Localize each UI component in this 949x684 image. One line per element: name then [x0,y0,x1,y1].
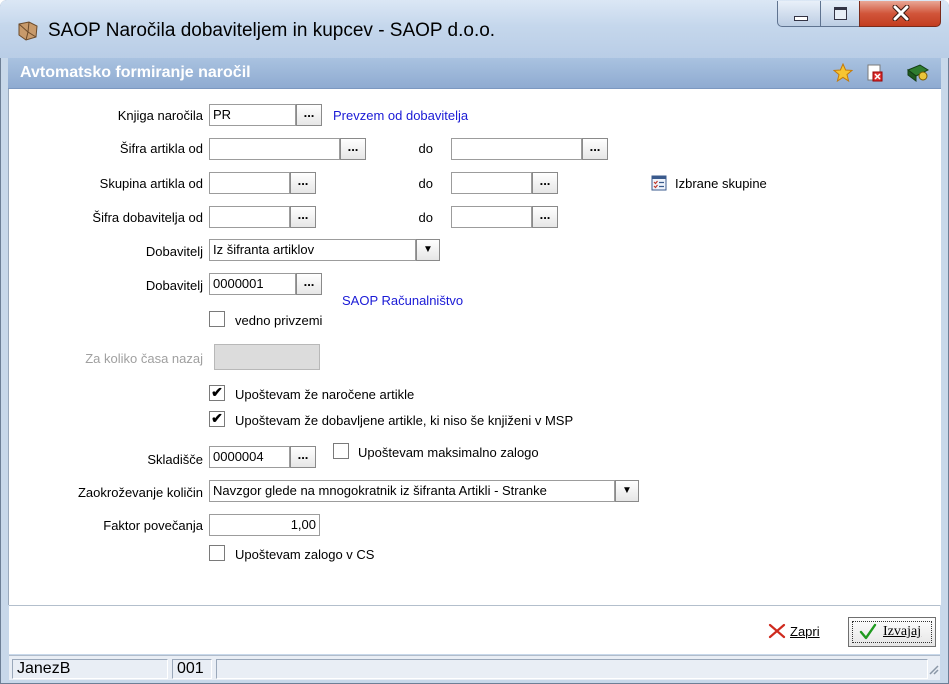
skupina-from-browse[interactable]: ... [290,172,316,194]
checkmark-icon: ✔ [211,410,223,426]
knjiga-description: Prevzem od dobavitelja [333,108,469,123]
dobavitelj-label: Dobavitelj [145,278,203,293]
skladisce-input[interactable]: 0000004 [209,446,290,468]
checkmark-icon: ✔ [211,384,223,400]
status-code: 001 [172,659,212,679]
zapri-label: Zapri [790,624,820,639]
faktor-label: Faktor povečanja [103,518,203,533]
checklist-icon[interactable] [651,175,667,191]
sifra-dob-from-input[interactable] [209,206,290,228]
vedno-privzemi-label: vedno privzemi [235,313,323,328]
upostevam-zalogo-cs-checkbox[interactable] [209,545,225,561]
upostevam-max-checkbox[interactable] [333,443,349,459]
book-run-icon[interactable] [906,62,930,84]
zaokrozevanje-select[interactable]: Navzgor glede na mnogokratnik iz šifrant… [209,480,615,502]
izvajaj-button[interactable]: Izvajaj [848,617,936,647]
star-icon[interactable] [833,63,853,83]
sifra-artikla-label: Šifra artikla od [119,141,203,156]
knjiga-input[interactable]: PR [209,104,296,126]
form-title: Avtomatsko formiranje naročil [20,64,251,81]
upostevam-max-label: Upoštevam maksimalno zalogo [358,445,539,460]
sifra-dob-label: Šifra dobavitelja od [92,210,203,225]
zapri-button[interactable]: Zapri [760,619,830,645]
minimize-icon [794,16,808,21]
knjiga-label: Knjiga naročila [117,108,203,123]
upostevam-dobavljene-label: Upoštevam že dobavljene artikle, ki niso… [235,413,574,428]
skupina-label: Skupina artikla od [99,176,203,191]
status-message [216,659,928,679]
skupina-to-input[interactable] [451,172,532,194]
izbrane-skupine-link[interactable]: Izbrane skupine [675,176,767,191]
upostevam-dobavljene-checkbox[interactable]: ✔ [209,411,225,427]
minimize-button[interactable] [777,1,821,27]
status-bar: JanezB 001 [9,655,940,680]
za-koliko-input [214,344,320,370]
sifra-dob-do-label: do [418,210,433,225]
chevron-down-icon: ▼ [622,485,632,496]
sifra-dob-from-browse[interactable]: ... [290,206,316,228]
checkmark-icon [859,623,877,640]
maximize-icon [834,7,847,20]
sifra-artikla-to-browse[interactable]: ... [582,138,608,160]
chevron-down-icon: ▼ [423,244,433,255]
skladisce-label: Skladišče [147,452,203,467]
close-button[interactable] [859,1,941,27]
zaokrozevanje-dropdown-button[interactable]: ▼ [615,480,639,502]
sifra-dob-to-browse[interactable]: ... [532,206,558,228]
upostevam-narocene-label: Upoštevam že naročene artikle [235,387,415,402]
sifra-artikla-do-label: do [418,141,433,156]
sifra-dob-to-input[interactable] [451,206,532,228]
za-koliko-label: Za koliko časa nazaj [85,351,203,366]
dobavitelj-mode-label: Dobavitelj [145,244,203,259]
knjiga-browse-button[interactable]: ... [296,104,322,126]
close-icon [892,5,910,21]
skupina-do-label: do [418,176,433,191]
upostevam-narocene-checkbox[interactable]: ✔ [209,385,225,401]
skupina-to-browse[interactable]: ... [532,172,558,194]
dobavitelj-name: SAOP Računalništvo [342,293,464,308]
dobavitelj-mode-dropdown-button[interactable]: ▼ [416,239,440,261]
sifra-artikla-to-input[interactable] [451,138,582,160]
sifra-artikla-from-input[interactable] [209,138,340,160]
faktor-input[interactable]: 1,00 [209,514,320,536]
close-x-icon [768,623,786,639]
form-header: Avtomatsko formiranje naročil [8,58,941,89]
window-title: SAOP Naročila dobaviteljem in kupcev - S… [48,20,496,41]
sifra-artikla-from-browse[interactable]: ... [340,138,366,160]
resize-grip-icon[interactable] [927,663,939,677]
skladisce-browse-button[interactable]: ... [290,446,316,468]
dobavitelj-mode-select[interactable]: Iz šifranta artiklov [209,239,416,261]
upostevam-zalogo-cs-label: Upoštevam zalogo v CS [235,547,375,562]
status-user: JanezB [12,659,168,679]
vedno-privzemi-checkbox[interactable] [209,311,225,327]
app-icon [18,21,38,41]
izvajaj-label: Izvajaj [883,624,922,639]
maximize-button[interactable] [820,1,860,27]
dobavitelj-input[interactable]: 0000001 [209,273,296,295]
dobavitelj-browse-button[interactable]: ... [296,273,322,295]
pdf-delete-icon[interactable] [866,64,884,82]
skupina-from-input[interactable] [209,172,290,194]
zaokrozevanje-label: Zaokroževanje količin [77,485,203,500]
